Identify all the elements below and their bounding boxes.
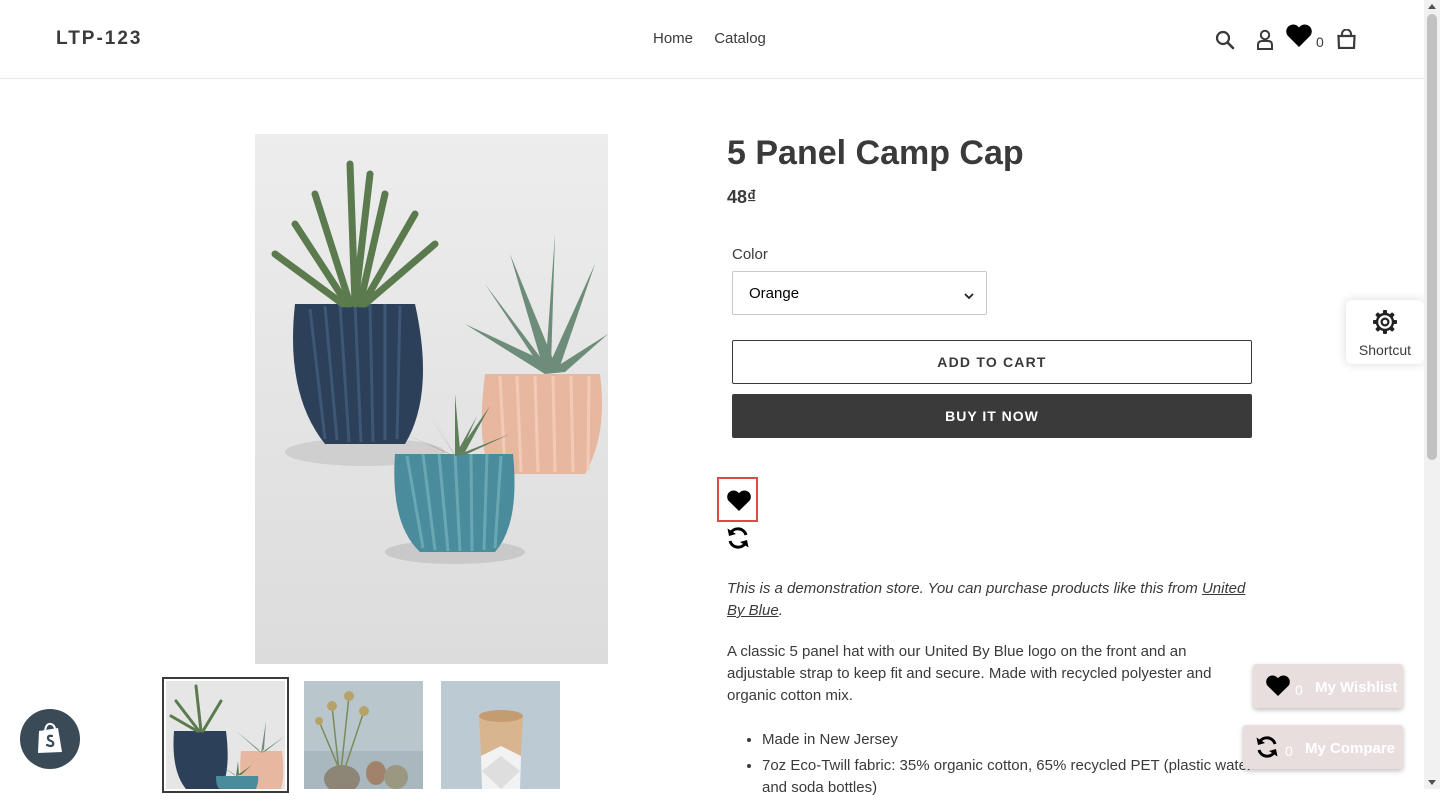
demo-store-note: This is a demonstration store. You can p… (727, 578, 1257, 622)
add-to-cart-button[interactable]: ADD TO CART (732, 340, 1252, 384)
compare-refresh-icon (1256, 736, 1278, 758)
my-compare-button[interactable]: 0 My Compare (1243, 725, 1403, 769)
demo-note-text: This is a demonstration store. You can p… (727, 580, 1202, 597)
nav-home[interactable]: Home (653, 30, 693, 47)
shortcut-widget[interactable]: Shortcut (1346, 300, 1424, 364)
site-header: LTP-123 Home Catalog 0 (0, 0, 1424, 79)
scroll-up-arrow[interactable] (1428, 4, 1436, 9)
add-to-wishlist-button[interactable] (717, 477, 758, 522)
product-price: 48₫ (727, 187, 757, 207)
color-select-value: Orange (749, 285, 800, 302)
gear-icon (1373, 310, 1397, 334)
chevron-down-icon (964, 287, 974, 305)
add-to-compare-button[interactable] (726, 526, 750, 555)
shopify-bag-icon (38, 722, 62, 753)
wishlist-count: 0 (1316, 34, 1324, 50)
heart-icon (1266, 675, 1290, 696)
wishlist-heart-icon[interactable] (1285, 24, 1313, 53)
buy-it-now-button[interactable]: BUY IT NOW (732, 394, 1252, 438)
shortcut-label: Shortcut (1358, 342, 1412, 358)
cart-icon[interactable] (1337, 28, 1356, 54)
demo-note-suffix: . (778, 602, 783, 619)
my-wishlist-count: 0 (1295, 682, 1303, 698)
heart-icon (727, 490, 751, 511)
feature-list: Made in New Jersey 7oz Eco-Twill fabric:… (727, 729, 1253, 803)
product-thumbnail-2[interactable] (304, 681, 423, 789)
main-nav: Home Catalog (653, 30, 783, 47)
product-description: A classic 5 panel hat with our United By… (727, 643, 1212, 704)
nav-catalog[interactable]: Catalog (714, 30, 766, 47)
my-compare-count: 0 (1285, 743, 1293, 759)
product-main-image[interactable] (255, 134, 608, 664)
page-scrollbar[interactable] (1424, 0, 1440, 789)
product-thumbnail-1[interactable] (162, 677, 289, 793)
scroll-down-arrow[interactable] (1428, 780, 1436, 785)
product-thumbnail-3[interactable] (441, 681, 560, 789)
product-title: 5 Panel Camp Cap (727, 134, 1024, 172)
feature-item: 7oz Eco-Twill fabric: 35% organic cotton… (762, 755, 1253, 799)
scrollbar-thumb[interactable] (1427, 14, 1437, 460)
search-icon[interactable] (1215, 30, 1235, 55)
color-label: Color (732, 246, 768, 263)
shopify-badge[interactable] (20, 709, 80, 769)
my-compare-label: My Compare (1305, 740, 1396, 757)
site-logo[interactable]: LTP-123 (56, 28, 143, 50)
compare-refresh-icon (727, 527, 749, 549)
feature-item: Made in New Jersey (762, 729, 1253, 751)
account-icon[interactable] (1256, 29, 1274, 55)
color-select[interactable]: Orange (732, 271, 987, 315)
my-wishlist-button[interactable]: 0 My Wishlist (1253, 664, 1403, 708)
my-wishlist-label: My Wishlist (1315, 679, 1398, 696)
